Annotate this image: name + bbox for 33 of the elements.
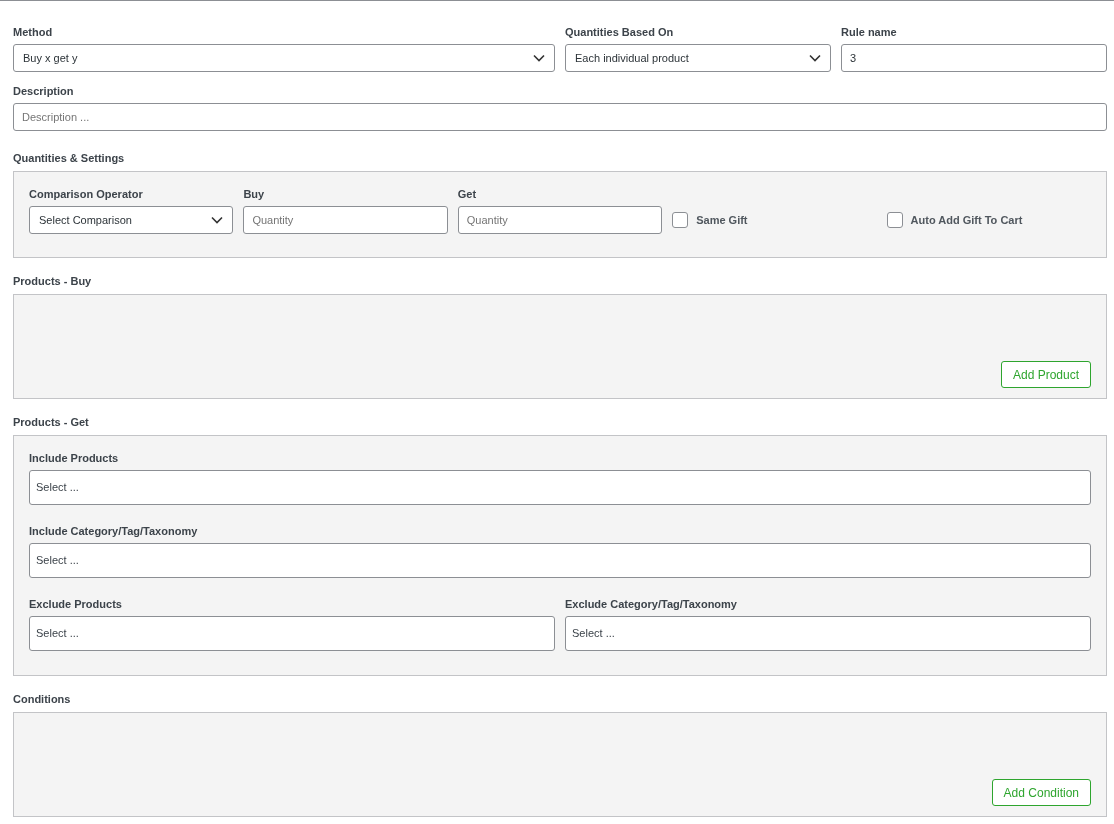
section-title: Quantities & Settings — [13, 151, 126, 165]
select-field[interactable]: Select ... — [29, 543, 1091, 578]
field-label: Comparison Operator — [29, 187, 144, 201]
field-label: Get — [457, 187, 478, 201]
select-field[interactable]: Select ... — [29, 616, 555, 651]
field-label: Include Category/Tag/Taxonomy — [29, 524, 199, 538]
field-label: Quantities Based On — [565, 25, 675, 39]
section-title: Conditions — [13, 692, 72, 706]
input-field[interactable]: Description ... — [13, 103, 1107, 131]
chevron-down-icon — [809, 54, 821, 62]
checkbox[interactable] — [886, 212, 903, 228]
chevron-down-icon — [211, 216, 224, 224]
checkbox-label: Same Gift — [696, 212, 748, 228]
select-field[interactable]: Select ... — [565, 616, 1091, 651]
field-label: Buy — [243, 187, 266, 201]
section-title: Products - Buy — [13, 274, 93, 288]
field-label: Method — [13, 25, 54, 39]
input-field[interactable]: Quantity — [457, 206, 663, 234]
dropdown-select[interactable]: Buy x get y — [13, 44, 555, 72]
checkbox[interactable] — [672, 212, 689, 228]
dropdown-select[interactable]: Each individual product — [565, 44, 831, 72]
field-label: Exclude Category/Tag/Taxonomy — [565, 597, 738, 611]
field-label: Description — [13, 84, 75, 98]
section-title: Products - Get — [13, 415, 90, 429]
input-field[interactable]: 3 — [841, 44, 1107, 72]
field-label: Exclude Products — [29, 597, 123, 611]
select-field[interactable]: Select ... — [29, 470, 1091, 505]
field-label: Include Products — [29, 451, 120, 465]
chevron-down-icon — [533, 54, 545, 62]
checkbox-label: Auto Add Gift To Cart — [910, 212, 1023, 228]
dropdown-select[interactable]: Select Comparison — [29, 206, 234, 234]
input-field[interactable]: Quantity — [243, 206, 448, 234]
field-label: Rule name — [841, 25, 898, 39]
